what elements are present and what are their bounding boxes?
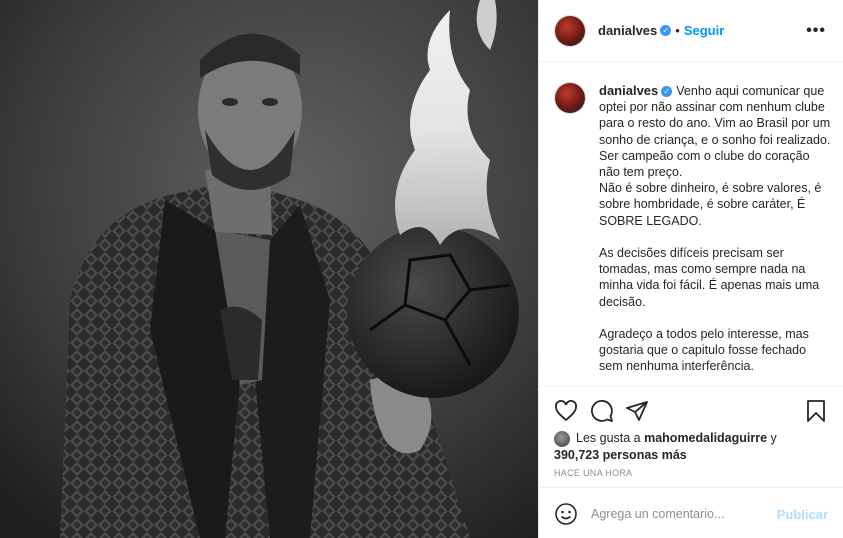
follow-button[interactable]: Seguir: [684, 23, 724, 38]
emoji-smiley-icon[interactable]: [554, 502, 578, 526]
caption-username[interactable]: danialves: [599, 83, 658, 98]
post-photo[interactable]: [0, 0, 538, 538]
post-actions: Les gusta a mahomedalidaguirre y 390,723…: [539, 386, 843, 487]
post-header: danialves ✓ • Seguir •••: [539, 0, 843, 62]
share-direct-icon[interactable]: [625, 399, 649, 423]
caption-verified-badge-icon: ✓: [661, 86, 673, 98]
publish-button[interactable]: Publicar: [777, 507, 828, 522]
post-timestamp[interactable]: HACE UNA HORA: [554, 468, 632, 478]
author-avatar[interactable]: [555, 16, 585, 46]
comment-input[interactable]: [589, 500, 773, 528]
likes-summary: Les gusta a mahomedalidaguirre y 390,723…: [554, 430, 777, 463]
likes-middle: y: [767, 431, 777, 445]
liker-username[interactable]: mahomedalidaguirre: [644, 431, 767, 445]
comments-section[interactable]: danialves ✓ Venho aqui comunicar que optei…: [539, 63, 843, 386]
post-detail-panel: danialves ✓ • Seguir ••• danialves ✓ Venho aq…: [538, 0, 843, 538]
comment-bubble-icon[interactable]: [590, 399, 614, 423]
like-heart-icon[interactable]: [554, 399, 578, 423]
photo-illustration: [0, 0, 538, 538]
liker-avatar[interactable]: [554, 430, 570, 447]
author-username[interactable]: danialves: [598, 23, 657, 38]
separator-dot: •: [675, 23, 680, 38]
save-bookmark-icon[interactable]: [805, 399, 827, 423]
likes-prefix: Les gusta a: [576, 431, 645, 445]
verified-badge-icon: ✓: [660, 25, 672, 37]
caption: danialves ✓ Venho aqui comunicar que optei…: [599, 83, 831, 375]
caption-body: Venho aqui comunicar que optei por não a…: [599, 84, 831, 374]
caption-author-avatar[interactable]: [555, 83, 585, 113]
author-info: danialves ✓ • Seguir: [598, 22, 724, 40]
more-options-icon[interactable]: •••: [806, 22, 826, 40]
likes-count[interactable]: 390,723 personas más: [554, 448, 687, 462]
comment-bar: Publicar: [539, 487, 843, 538]
